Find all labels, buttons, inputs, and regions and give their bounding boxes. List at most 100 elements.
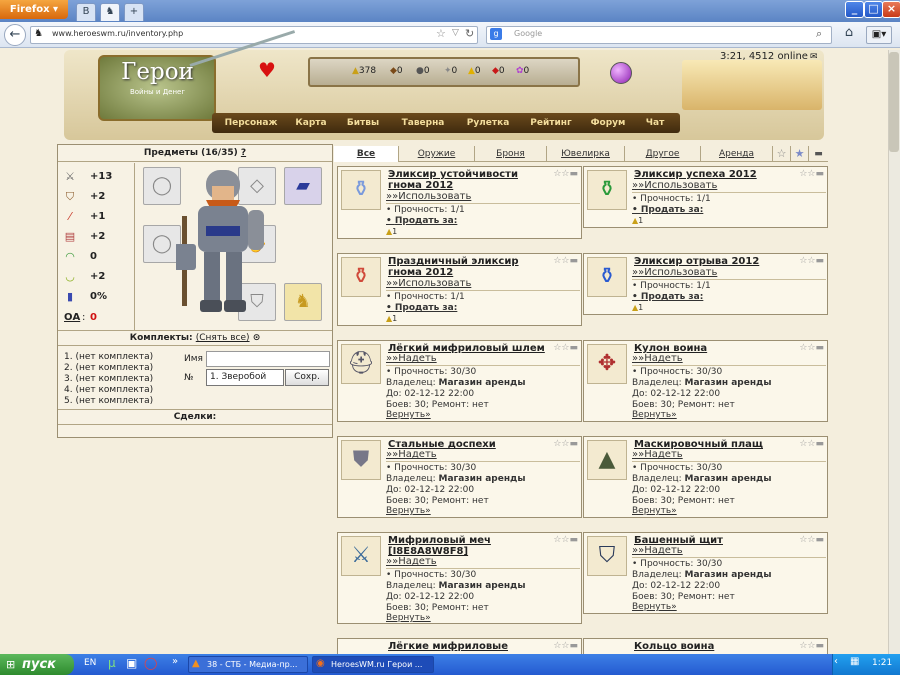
menu-roulette[interactable]: Рулетка [458,115,518,131]
item-stars-icon[interactable]: ☆☆▬ [799,641,824,651]
menu-character[interactable]: Персонаж [218,115,284,131]
wear-link[interactable]: »»Надеть [632,353,683,364]
return-link[interactable]: Вернуть» [632,506,677,516]
item-stars-icon[interactable]: ☆☆▬ [799,439,824,449]
kit-number-select[interactable]: 1. Зверобой [206,369,284,386]
item-stars-icon[interactable]: ☆☆▬ [553,343,578,353]
item-stars-icon[interactable]: ☆☆▬ [553,641,578,651]
mail-icon[interactable]: ✉ [810,52,818,62]
heroes-favicon-icon: ♞ [105,6,115,17]
quicklaunch-chevron-icon[interactable]: » [172,656,178,667]
minimize-button[interactable]: _ [845,1,864,18]
opera-icon[interactable]: ◯ [144,656,157,670]
slot-book[interactable]: ▰ [284,167,322,205]
tab-weapons[interactable]: Оружие [398,146,474,162]
use-link[interactable]: »»Использовать [386,191,471,202]
kit-5[interactable]: 5. (нет комплекта) [64,396,153,406]
utorrent-icon[interactable]: µ [108,656,116,670]
kit-3[interactable]: 3. (нет комплекта) [64,374,153,384]
item-stars-icon[interactable]: ☆☆▬ [553,439,578,449]
wear-link[interactable]: »»Надеть [386,556,437,567]
collapse-icon[interactable]: ⊙ [253,333,261,343]
reload-icon[interactable]: ↻ [465,27,474,40]
menu-map[interactable]: Карта [290,115,332,131]
dropdown-icon[interactable]: ▽ [452,28,459,38]
wear-link[interactable]: »»Надеть [632,545,683,556]
remove-all-link[interactable]: (Снять все) [196,333,250,343]
item-name[interactable]: Праздничный эликсир гнома 2012 [388,256,548,278]
tab-jewelry[interactable]: Ювелирка [546,146,624,162]
menu-forum[interactable]: Форум [586,115,630,131]
item-name[interactable]: Эликсир успеха 2012 [634,169,794,180]
tab-star-filled-icon[interactable]: ★ [790,146,808,162]
use-link[interactable]: »»Использовать [632,180,717,191]
return-link[interactable]: Вернуть» [386,613,431,623]
item-name[interactable]: Эликсир отрыва 2012 [634,256,794,267]
item-stars-icon[interactable]: ☆☆▬ [553,535,578,545]
tab-chest-icon[interactable]: ▬ [808,146,828,162]
kit-name-input[interactable] [206,351,330,367]
rent-fights: Боев: 30; Ремонт: нет [632,496,735,506]
item-stars-icon[interactable]: ☆☆▬ [799,169,824,179]
tab-all[interactable]: Все [334,146,398,162]
item-stars-icon[interactable]: ☆☆▬ [799,535,824,545]
sell-link[interactable]: • Продать за: [386,303,457,313]
kit-2[interactable]: 2. (нет комплекта) [64,363,153,373]
maximize-button[interactable]: □ [864,1,883,18]
menu-rating[interactable]: Рейтинг [524,115,578,131]
return-link[interactable]: Вернуть» [632,602,677,612]
bookmark-star-icon[interactable]: ☆ [436,27,446,40]
use-link[interactable]: »»Использовать [632,267,717,278]
armor-icon: ⛊ [341,440,381,480]
item-name[interactable]: Эликсир устойчивости гнома 2012 [388,169,548,191]
kit-4[interactable]: 4. (нет комплекта) [64,385,153,395]
return-link[interactable]: Вернуть» [386,410,431,420]
taskbar-firefox[interactable]: HeroesWM.ru Герои ... [312,656,434,673]
kit-1[interactable]: 1. (нет комплекта) [64,352,153,362]
tab-other[interactable]: Другое [624,146,700,162]
oa-label[interactable]: ОА [64,312,80,323]
home-button[interactable]: ⌂ [838,25,860,45]
close-button[interactable]: × [882,1,900,18]
menu-tavern[interactable]: Таверна [394,115,452,131]
search-magnifier-icon[interactable]: ⌕ [816,27,822,41]
rent-until: До: 02-12-12 22:00 [632,581,721,591]
sell-link[interactable]: • Продать за: [386,216,457,226]
sell-link[interactable]: • Продать за: [632,205,703,215]
tab-heroes[interactable]: ♞ [100,3,120,21]
new-tab-button[interactable]: + [124,3,144,21]
taskbar-vlc[interactable]: 38 - СТБ - Медиа-пр... [188,656,308,673]
return-link[interactable]: Вернуть» [386,506,431,516]
slot-mount[interactable]: ♞ [284,283,322,321]
item-name[interactable]: Кольцо воина [634,641,794,652]
menu-chat[interactable]: Чат [638,115,672,131]
tray-chevron-icon[interactable]: ‹ [834,656,838,667]
knowledge-value: +2 [90,231,106,242]
item-stars-icon[interactable]: ☆☆▬ [799,256,824,266]
scrollbar-thumb[interactable] [889,52,899,152]
tab-armor[interactable]: Броня [474,146,546,162]
item-stars-icon[interactable]: ☆☆▬ [553,256,578,266]
firefox-menu-button[interactable]: Firefox ▾ [0,0,68,19]
wear-link[interactable]: »»Надеть [386,449,437,460]
save-kit-button[interactable]: Сохр. [285,369,329,386]
help-link[interactable]: ? [241,148,246,158]
back-button[interactable]: ← [4,24,26,46]
item-name[interactable]: Мифриловый меч [I8E8A8W8F8] [388,535,548,557]
wear-link[interactable]: »»Надеть [632,449,683,460]
language-indicator[interactable]: EN [84,658,96,668]
network-icon[interactable]: ▦ [850,656,859,667]
bookmarks-menu-button[interactable]: ▣▾ [866,26,892,44]
tab-star-outline-icon[interactable]: ☆ [772,146,790,162]
tab-rent[interactable]: Аренда [700,146,772,162]
item-stars-icon[interactable]: ☆☆▬ [799,343,824,353]
use-link[interactable]: »»Использовать [386,278,471,289]
desktop-icon[interactable]: ▣ [126,656,137,670]
item-stars-icon[interactable]: ☆☆▬ [553,169,578,179]
tab-vk[interactable]: В [76,3,96,21]
return-link[interactable]: Вернуть» [632,410,677,420]
item-card: Кольцо воина ☆☆▬ [583,638,828,654]
sell-link[interactable]: • Продать за: [632,292,703,302]
wear-link[interactable]: »»Надеть [386,353,437,364]
menu-battles[interactable]: Битвы [340,115,386,131]
